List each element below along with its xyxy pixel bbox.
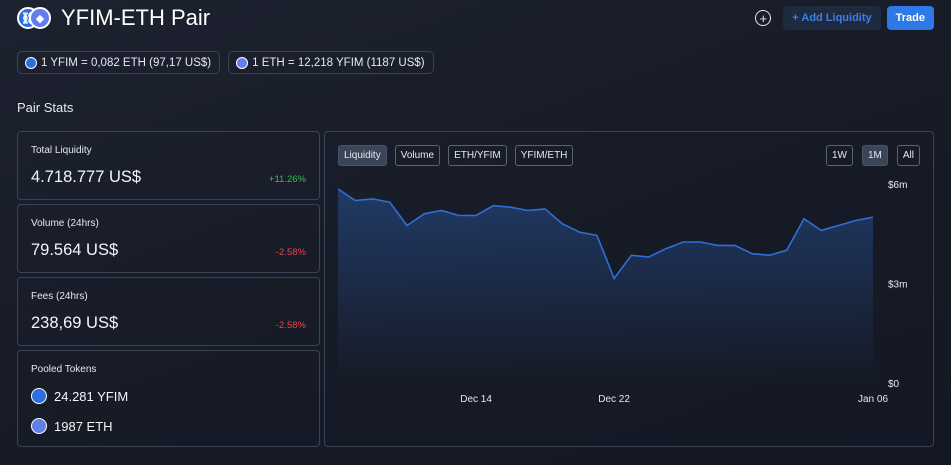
pooled-eth-amount: 1987 ETH bbox=[54, 418, 113, 434]
data-point[interactable] bbox=[349, 195, 361, 207]
data-point[interactable] bbox=[436, 205, 448, 217]
pooled-eth-row: 1987 ETH bbox=[31, 418, 113, 434]
data-point[interactable] bbox=[367, 193, 379, 205]
chart-panel: Liquidity Volume ETH/YFIM YFIM/ETH 1W 1M… bbox=[324, 131, 934, 447]
stat-value: 79.564 US$ bbox=[31, 241, 119, 259]
data-point[interactable] bbox=[522, 205, 534, 217]
rate-pill-yfim[interactable]: 1 YFIM = 0,082 ETH (97,17 US$) bbox=[17, 51, 221, 74]
data-point[interactable] bbox=[401, 220, 413, 232]
data-point[interactable] bbox=[470, 210, 482, 222]
rate-text: 1 ETH = 12,218 YFIM (1187 US$) bbox=[252, 56, 425, 69]
pooled-tokens-card: Pooled Tokens 24.281 YFIM 1987 ETH bbox=[17, 350, 320, 447]
liquidity-chart[interactable]: $6m $3m $0 Dec 14 Dec 22 Jan 06 bbox=[325, 132, 933, 446]
pooled-yfim-row: 24.281 YFIM bbox=[31, 388, 128, 404]
yfim-token-icon bbox=[25, 56, 37, 69]
data-point[interactable] bbox=[608, 273, 620, 285]
data-point[interactable] bbox=[850, 215, 862, 227]
eth-token-icon bbox=[31, 418, 47, 434]
data-point[interactable] bbox=[833, 220, 845, 232]
rate-pill-eth[interactable]: 1 ETH = 12,218 YFIM (1187 US$) bbox=[228, 51, 434, 74]
chart-area bbox=[332, 183, 879, 383]
data-point[interactable] bbox=[660, 243, 672, 255]
data-point[interactable] bbox=[539, 203, 551, 215]
stat-change: -2.58% bbox=[275, 247, 306, 258]
data-point[interactable] bbox=[798, 213, 810, 225]
data-point[interactable] bbox=[729, 239, 741, 251]
data-point[interactable] bbox=[764, 249, 776, 261]
stat-label: Pooled Tokens bbox=[31, 364, 97, 375]
x-tick-label: Jan 06 bbox=[858, 394, 888, 405]
fees-card: Fees (24hrs) 238,69 US$ -2.58% bbox=[17, 277, 320, 346]
data-point[interactable] bbox=[867, 211, 879, 223]
data-point[interactable] bbox=[556, 218, 568, 230]
eth-token-icon bbox=[236, 56, 249, 69]
pair-stats-title: Pair Stats bbox=[17, 100, 74, 115]
data-point[interactable] bbox=[677, 236, 689, 248]
pooled-yfim-amount: 24.281 YFIM bbox=[54, 388, 129, 404]
data-point[interactable] bbox=[712, 239, 724, 251]
data-point[interactable] bbox=[487, 200, 499, 212]
data-point[interactable] bbox=[453, 210, 465, 222]
data-point[interactable] bbox=[574, 226, 586, 238]
rate-text: 1 YFIM = 0,082 ETH (97,17 US$) bbox=[41, 56, 212, 69]
data-point[interactable] bbox=[694, 236, 706, 248]
data-point[interactable] bbox=[781, 244, 793, 256]
data-point[interactable] bbox=[418, 208, 430, 220]
stat-label: Total Liquidity bbox=[31, 145, 92, 156]
plus-circle-icon[interactable]: + bbox=[755, 10, 772, 26]
data-point[interactable] bbox=[625, 249, 637, 261]
x-tick-label: Dec 14 bbox=[460, 394, 492, 405]
yfim-token-icon bbox=[31, 388, 47, 404]
stat-change: +11.26% bbox=[268, 174, 306, 185]
eth-token-icon: ◆ bbox=[29, 7, 51, 29]
y-tick-label: $3m bbox=[888, 280, 907, 291]
stat-label: Volume (24hrs) bbox=[31, 218, 99, 229]
add-liquidity-button[interactable]: + Add Liquidity bbox=[783, 6, 881, 30]
exchange-rates: 1 YFIM = 0,082 ETH (97,17 US$) 1 ETH = 1… bbox=[17, 51, 434, 74]
stat-change: -2.58% bbox=[275, 320, 306, 331]
stat-label: Fees (24hrs) bbox=[31, 291, 88, 302]
y-tick-label: $6m bbox=[888, 180, 907, 191]
data-point[interactable] bbox=[591, 229, 603, 241]
data-point[interactable] bbox=[815, 224, 827, 236]
header-actions: + + Add Liquidity Trade bbox=[755, 6, 934, 30]
data-point[interactable] bbox=[332, 183, 344, 195]
data-point[interactable] bbox=[643, 251, 655, 263]
stat-value: 4.718.777 US$ bbox=[31, 168, 142, 186]
volume-card: Volume (24hrs) 79.564 US$ -2.58% bbox=[17, 204, 320, 273]
x-tick-label: Dec 22 bbox=[598, 394, 630, 405]
data-point[interactable] bbox=[384, 196, 396, 208]
trade-button[interactable]: Trade bbox=[886, 6, 934, 30]
y-tick-label: $0 bbox=[888, 379, 900, 390]
pair-token-logo: ⛓ ◆ bbox=[17, 7, 51, 29]
data-point[interactable] bbox=[746, 248, 758, 260]
total-liquidity-card: Total Liquidity 4.718.777 US$ +11.26% bbox=[17, 131, 320, 200]
stat-value: 238,69 US$ bbox=[31, 314, 119, 332]
page-title: YFIM-ETH Pair bbox=[61, 5, 211, 30]
data-point[interactable] bbox=[505, 201, 517, 213]
